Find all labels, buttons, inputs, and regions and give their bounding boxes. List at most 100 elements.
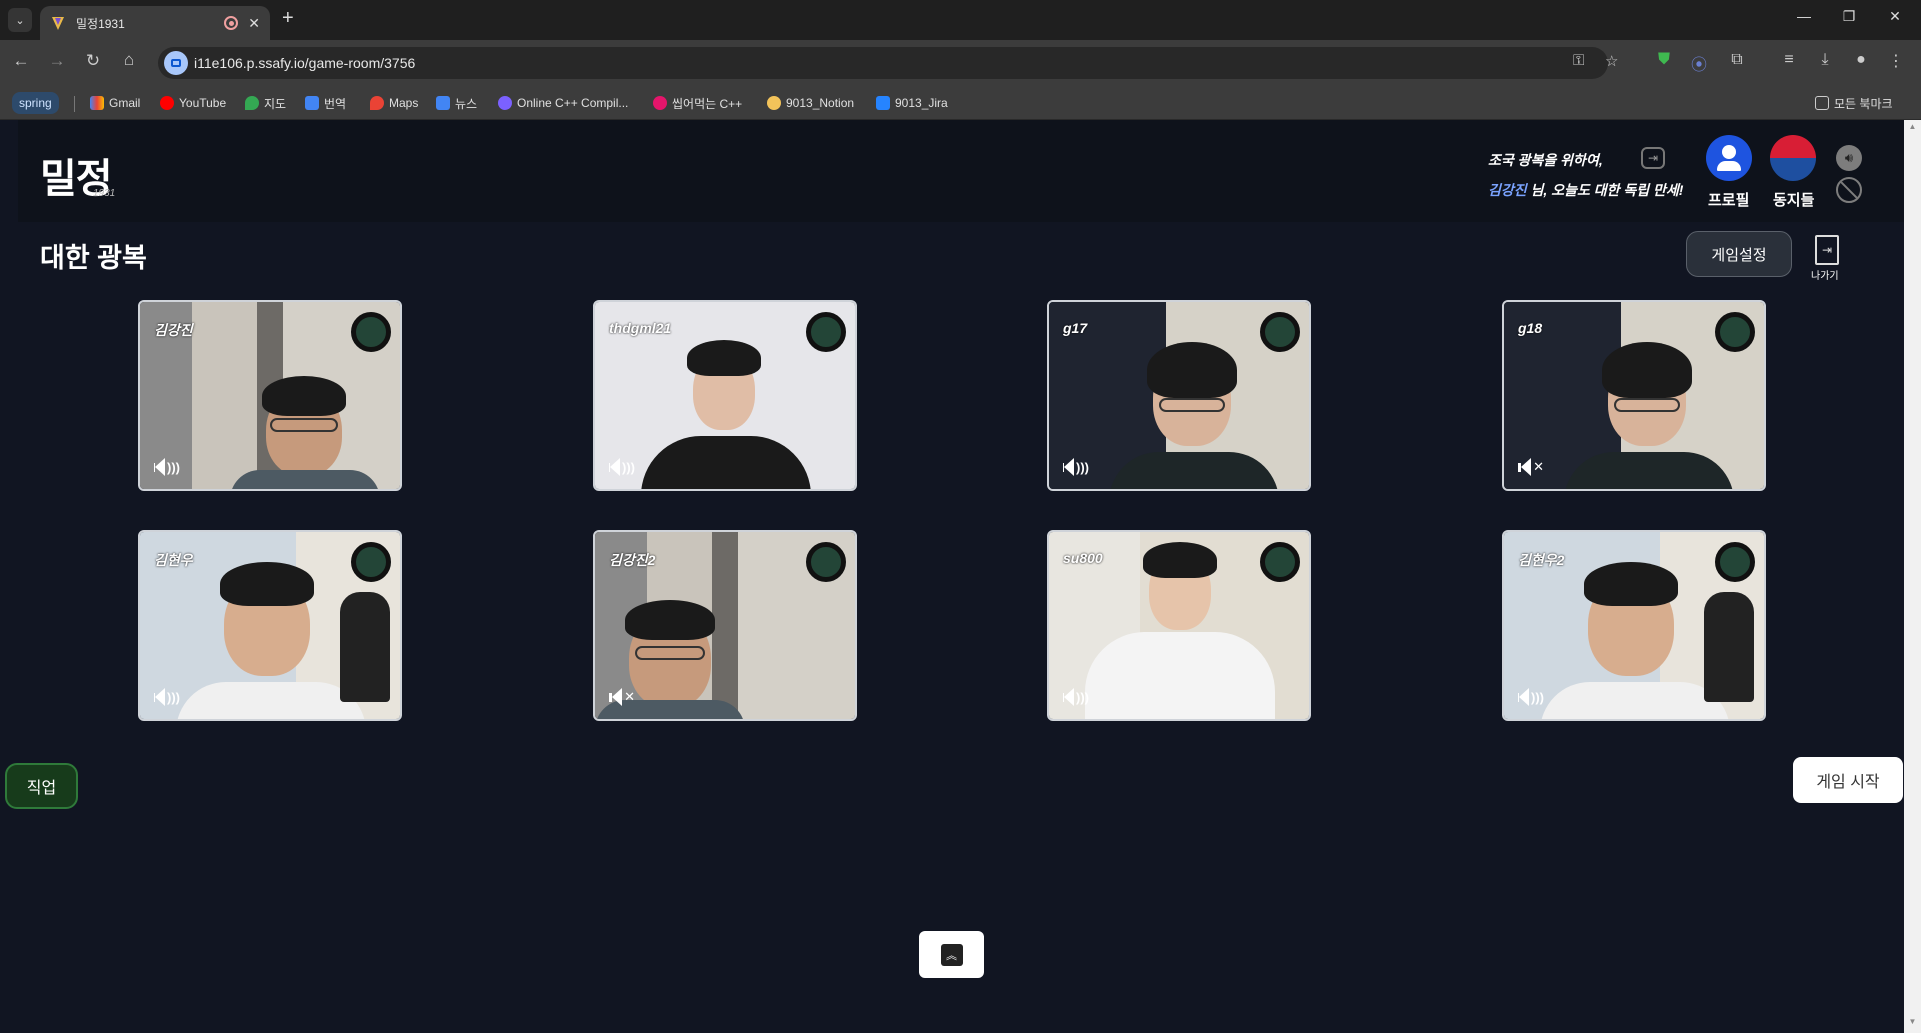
ready-status-indicator bbox=[351, 542, 391, 582]
welcome-message-line2: 김강진 님, 오늘도 대한 독립 만세! bbox=[1488, 182, 1684, 198]
app-header bbox=[18, 120, 1904, 222]
close-window-icon[interactable]: ✕ bbox=[1880, 8, 1910, 25]
double-chevron-up-icon: ︽ bbox=[940, 943, 963, 966]
job-button[interactable]: 직업 bbox=[5, 763, 78, 809]
player-nickname: 김강진2 bbox=[609, 552, 656, 568]
app-logo-year: 1931 bbox=[93, 188, 116, 199]
read-aloud-icon[interactable]: ⦿ bbox=[1688, 51, 1710, 75]
folder-icon bbox=[1815, 96, 1829, 110]
browser-tab[interactable]: 밀정1931 ✕ bbox=[40, 6, 270, 40]
bookmark-maps[interactable]: Maps bbox=[370, 92, 418, 114]
room-title: 대한 광복 bbox=[40, 243, 147, 273]
forward-icon[interactable]: → bbox=[45, 51, 69, 71]
game-settings-button[interactable]: 게임설정 bbox=[1686, 231, 1792, 277]
password-key-icon[interactable]: ⚿ bbox=[1573, 52, 1584, 69]
bookmark-news[interactable]: 뉴스 bbox=[436, 92, 477, 114]
bookmark-youtube[interactable]: YouTube bbox=[160, 92, 226, 114]
bookmark-online-compiler[interactable]: Online C++ Compil... bbox=[498, 92, 628, 114]
player-video-card[interactable]: thdgml21 ))) bbox=[593, 300, 857, 491]
user-name: 김강진 bbox=[1488, 182, 1527, 198]
minimize-icon[interactable]: — bbox=[1789, 8, 1819, 24]
compiler-icon bbox=[498, 96, 512, 110]
bookmark-notion[interactable]: 9013_Notion bbox=[767, 92, 854, 114]
speaker-muted-icon[interactable]: ✕ bbox=[609, 685, 635, 709]
player-nickname: thdgml21 bbox=[609, 320, 672, 336]
back-icon[interactable]: ← bbox=[9, 51, 33, 71]
speaker-on-icon[interactable]: ))) bbox=[1063, 455, 1089, 479]
extensions-icon[interactable]: ⧉ bbox=[1726, 51, 1748, 69]
home-icon[interactable]: ⌂ bbox=[117, 50, 141, 70]
bookmark-map[interactable]: 지도 bbox=[245, 92, 286, 114]
bookmarks-bar bbox=[0, 86, 1921, 120]
speaker-on-icon[interactable]: ))) bbox=[154, 455, 180, 479]
site-info-icon[interactable] bbox=[164, 51, 188, 75]
player-video-card[interactable]: su800 ))) bbox=[1047, 530, 1311, 721]
player-video-card[interactable]: g18 ✕ bbox=[1502, 300, 1766, 491]
speaker-on-icon[interactable]: ))) bbox=[609, 455, 635, 479]
shield-extension-icon[interactable]: ⛊ bbox=[1653, 51, 1675, 69]
profile-label: 프로필 bbox=[1708, 192, 1750, 209]
ready-status-indicator bbox=[1260, 312, 1300, 352]
youtube-icon bbox=[160, 96, 174, 110]
player-video-card[interactable]: 김현우 ))) bbox=[138, 530, 402, 721]
all-bookmarks-folder[interactable]: 모든 북마크 bbox=[1815, 92, 1893, 114]
close-tab-icon[interactable]: ✕ bbox=[248, 15, 260, 32]
bookmark-gmail[interactable]: Gmail bbox=[90, 92, 140, 114]
ready-status-indicator bbox=[806, 542, 846, 582]
comrades-label: 동지들 bbox=[1773, 192, 1815, 209]
exit-door-icon[interactable]: ⇥ bbox=[1815, 235, 1839, 265]
bookmark-modoocode[interactable]: 씹어먹는 C++ bbox=[653, 92, 742, 114]
player-nickname: 김현우 bbox=[154, 552, 193, 568]
new-tab-icon[interactable]: + bbox=[282, 7, 294, 30]
browser-menu-icon[interactable]: ⋮ bbox=[1885, 51, 1907, 71]
maps-pin-icon bbox=[370, 96, 384, 110]
bookmark-spring[interactable]: spring bbox=[12, 92, 59, 114]
gmail-icon bbox=[90, 96, 104, 110]
player-nickname: g18 bbox=[1518, 320, 1543, 336]
tab-list-chevron-icon[interactable]: ⌄ bbox=[8, 8, 32, 32]
player-nickname: 김현우2 bbox=[1518, 552, 1565, 568]
exit-label[interactable]: 나가기 bbox=[1811, 267, 1839, 282]
welcome-message-line1: 조국 광복을 위하여, bbox=[1488, 152, 1603, 168]
player-video-card[interactable]: 김강진2 ✕ bbox=[593, 530, 857, 721]
comrades-button[interactable] bbox=[1770, 135, 1816, 181]
profile-button[interactable] bbox=[1706, 135, 1752, 181]
speaker-on-icon[interactable]: ))) bbox=[1063, 685, 1089, 709]
player-nickname: g17 bbox=[1063, 320, 1088, 336]
download-icon[interactable]: ⤓ bbox=[1814, 51, 1836, 69]
player-video-card[interactable]: g17 ))) bbox=[1047, 300, 1311, 491]
speaker-on-icon[interactable]: ))) bbox=[154, 685, 180, 709]
logout-icon[interactable]: ⇥ bbox=[1641, 147, 1665, 169]
map-pin-icon bbox=[245, 96, 259, 110]
ready-status-indicator bbox=[806, 312, 846, 352]
player-video-card[interactable]: 김강진 ))) bbox=[138, 300, 402, 491]
modoocode-icon bbox=[653, 96, 667, 110]
profile-avatar-icon[interactable]: ● bbox=[1850, 51, 1872, 69]
url-text: i11e106.p.ssafy.io/game-room/3756 bbox=[194, 55, 416, 71]
notion-icon bbox=[767, 96, 781, 110]
news-icon bbox=[436, 96, 450, 110]
ready-status-indicator bbox=[1715, 542, 1755, 582]
scroll-down-arrow-icon[interactable]: ▼ bbox=[1904, 1017, 1921, 1031]
jira-icon bbox=[876, 96, 890, 110]
sound-on-icon[interactable]: 🔊︎ bbox=[1836, 145, 1862, 171]
bookmark-jira[interactable]: 9013_Jira bbox=[876, 92, 948, 114]
bookmark-star-icon[interactable]: ☆ bbox=[1605, 52, 1618, 70]
media-control-icon[interactable]: ≡ bbox=[1778, 51, 1800, 69]
music-off-icon[interactable] bbox=[1836, 177, 1862, 203]
restore-icon[interactable]: ❐ bbox=[1834, 8, 1864, 25]
reload-icon[interactable]: ↻ bbox=[81, 51, 105, 71]
player-nickname: 김강진 bbox=[154, 322, 193, 338]
start-game-button[interactable]: 게임 시작 bbox=[1793, 757, 1903, 803]
ready-status-indicator bbox=[351, 312, 391, 352]
scroll-up-arrow-icon[interactable]: ▲ bbox=[1904, 122, 1921, 136]
ready-status-indicator bbox=[1260, 542, 1300, 582]
scroll-to-top-button[interactable]: ︽ bbox=[919, 931, 984, 978]
bookmark-translate[interactable]: 번역 bbox=[305, 92, 346, 114]
page-scrollbar[interactable]: ▲ ▼ bbox=[1904, 120, 1921, 1033]
player-video-card[interactable]: 김현우2 ))) bbox=[1502, 530, 1766, 721]
speaker-muted-icon[interactable]: ✕ bbox=[1518, 455, 1544, 479]
speaker-on-icon[interactable]: ))) bbox=[1518, 685, 1544, 709]
recording-icon bbox=[224, 16, 239, 30]
tab-title: 밀정1931 bbox=[76, 16, 125, 31]
